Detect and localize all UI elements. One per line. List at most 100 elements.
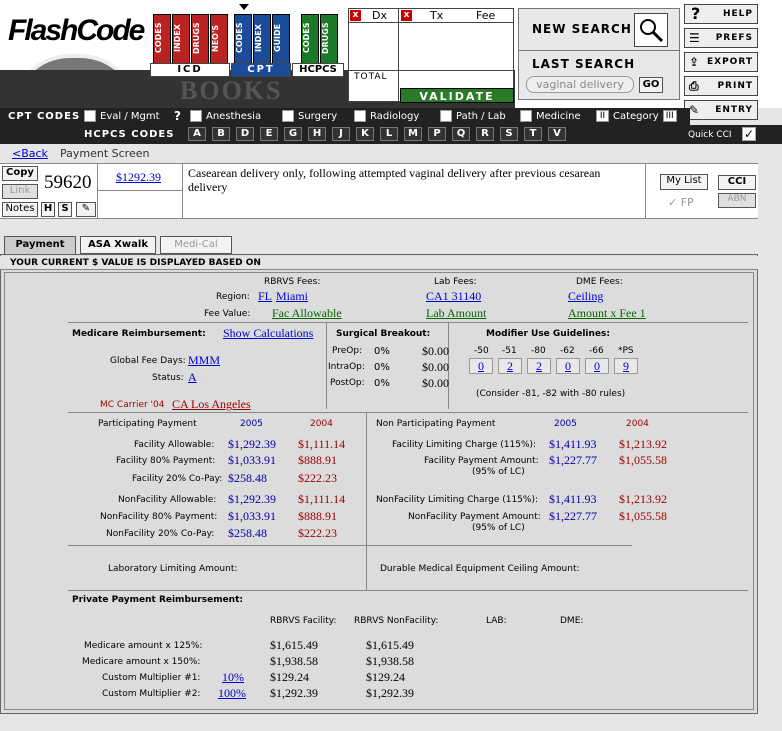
entry-button[interactable]: ✎ ENTRY xyxy=(684,100,758,120)
status-link[interactable]: A xyxy=(188,370,197,385)
payment-divider xyxy=(68,412,748,413)
hcpcs-drugs-book[interactable]: DRUGS xyxy=(320,14,338,64)
nav-surgery[interactable]: Surgery xyxy=(282,108,337,125)
global-fee-days-label: Global Fee Days: xyxy=(110,356,186,366)
hcpcs-letter-p[interactable]: P xyxy=(428,127,446,141)
hcpcs-letter-e[interactable]: E xyxy=(260,127,278,141)
modifier-value-ps[interactable]: 9 xyxy=(614,358,638,374)
custom-multiplier-2-link[interactable]: 100% xyxy=(218,686,246,701)
nav-radiology[interactable]: Radiology xyxy=(354,108,419,125)
cpt-codes-title: CPT CODES xyxy=(8,111,81,122)
quick-cci-label: Quick CCI xyxy=(688,130,732,140)
hcpcs-letter-j[interactable]: J xyxy=(332,127,350,141)
show-calculations-link[interactable]: Show Calculations xyxy=(223,326,313,341)
icd-neos-book[interactable]: NEO'S xyxy=(210,14,228,64)
nonfacility-limiting-label: NonFacility Limiting Charge (115%): xyxy=(376,495,539,505)
history-button[interactable]: H xyxy=(41,202,55,217)
hcpcs-letter-q[interactable]: Q xyxy=(452,127,470,141)
export-button[interactable]: ⇪ EXPORT xyxy=(684,52,758,72)
modifier-value-66[interactable]: 0 xyxy=(585,358,609,374)
fee-link[interactable]: $1292.39 xyxy=(116,170,161,185)
back-link[interactable]: <Back xyxy=(12,147,48,160)
region-state-link[interactable]: FL xyxy=(258,289,272,304)
nav-path-lab[interactable]: Path / Lab xyxy=(440,108,506,125)
hcpcs-letter-k[interactable]: K xyxy=(356,127,374,141)
cpt-group-label[interactable]: CPT xyxy=(231,63,291,77)
nonfacility-allowable-label: NonFacility Allowable: xyxy=(118,495,217,505)
nav-anesthesia-label: Anesthesia xyxy=(206,111,262,122)
lab-region-link[interactable]: CA1 31140 xyxy=(426,289,481,304)
help-icon: ? xyxy=(691,4,702,23)
help-button[interactable]: ? HELP xyxy=(684,4,758,24)
nav-category[interactable]: II Category III xyxy=(596,108,681,125)
dme-value-link[interactable]: Amount x Fee 1 xyxy=(568,306,646,321)
modifier-value-62[interactable]: 0 xyxy=(556,358,580,374)
modifier-value-80[interactable]: 2 xyxy=(527,358,551,374)
nav-eval-mgmt[interactable]: Eval / Mgmt xyxy=(84,108,160,125)
tab-asa-xwalk[interactable]: ASA Xwalk xyxy=(80,236,156,254)
new-search-label[interactable]: NEW SEARCH xyxy=(532,22,632,36)
prefs-label: PREFS xyxy=(715,33,753,43)
edit-button[interactable]: ✎ xyxy=(76,202,96,217)
hcpcs-letter-a[interactable]: A xyxy=(188,127,206,141)
cpt-index-book[interactable]: INDEX xyxy=(253,14,271,64)
dme-fees-label: DME Fees: xyxy=(576,277,623,287)
custom-multiplier-1-link[interactable]: 10% xyxy=(222,670,244,685)
icd-codes-book[interactable]: CODES xyxy=(153,14,171,64)
hcpcs-letter-h[interactable]: H xyxy=(308,127,326,141)
clear-tx-icon[interactable]: x xyxy=(401,10,412,21)
hcpcs-letter-m[interactable]: M xyxy=(404,127,422,141)
modifier-value-51[interactable]: 2 xyxy=(498,358,522,374)
cpt-codes-book[interactable]: CODES xyxy=(234,14,252,64)
tab-payment[interactable]: Payment xyxy=(4,236,76,254)
dme-region-link[interactable]: Ceiling xyxy=(568,289,603,304)
new-search-button[interactable] xyxy=(634,13,668,47)
modifier-header-66: -66 xyxy=(589,346,604,356)
hcpcs-letter-g[interactable]: G xyxy=(284,127,302,141)
lab-value-link[interactable]: Lab Amount xyxy=(426,306,486,321)
link-button[interactable]: Link xyxy=(2,184,38,199)
copy-button[interactable]: Copy xyxy=(2,166,38,181)
modifier-title: Modifier Use Guidelines: xyxy=(486,329,610,339)
cpt-guide-book[interactable]: GUIDE xyxy=(272,14,290,64)
fee-value-link[interactable]: Fac Allowable xyxy=(272,306,342,321)
logo: FlashCode xyxy=(8,14,145,47)
last-search-input[interactable]: vaginal delivery xyxy=(526,76,634,93)
nav-help-icon[interactable]: ? xyxy=(174,108,181,125)
prefs-button[interactable]: ☰ PREFS xyxy=(684,28,758,48)
icd-drugs-book[interactable]: DRUGS xyxy=(191,14,209,64)
quick-cci-checkbox[interactable]: ✓ xyxy=(742,127,756,141)
clear-dx-icon[interactable]: x xyxy=(350,10,361,21)
facility-80-2005: $1,033.91 xyxy=(228,453,276,467)
medicare-125-label: Medicare amount x 125%: xyxy=(84,641,203,651)
hcpcs-codes-book[interactable]: CODES xyxy=(301,14,319,64)
page-title: Payment Screen xyxy=(60,147,150,160)
print-button[interactable]: ⎙ PRINT xyxy=(684,76,758,96)
notes-button[interactable]: Notes xyxy=(2,202,38,217)
modifier-value-50[interactable]: 0 xyxy=(469,358,493,374)
go-button[interactable]: GO xyxy=(639,77,663,93)
validate-button[interactable]: VALIDATE xyxy=(400,88,514,103)
hcpcs-letter-v[interactable]: V xyxy=(548,127,566,141)
region-city-link[interactable]: Miami xyxy=(276,289,308,304)
hcpcs-letter-b[interactable]: B xyxy=(212,127,230,141)
hcpcs-group-label[interactable]: HCPCS xyxy=(292,63,344,77)
hcpcs-letter-t[interactable]: T xyxy=(524,127,542,141)
hcpcs-letter-r[interactable]: R xyxy=(476,127,494,141)
nav-anesthesia[interactable]: Anesthesia xyxy=(190,108,261,125)
icd-group-label[interactable]: ICD xyxy=(150,63,230,77)
hcpcs-letter-s[interactable]: S xyxy=(500,127,518,141)
my-list-button[interactable]: My List xyxy=(660,174,708,190)
mc-carrier-link[interactable]: CA Los Angeles xyxy=(172,397,251,412)
abn-button[interactable]: ABN xyxy=(718,193,756,208)
s-button[interactable]: S xyxy=(58,202,72,217)
icd-index-book[interactable]: INDEX xyxy=(172,14,190,64)
nonparticipating-year-2005: 2005 xyxy=(554,419,577,429)
hcpcs-letter-d[interactable]: D xyxy=(236,127,254,141)
global-fee-days-link[interactable]: MMM xyxy=(188,353,220,368)
hcpcs-letter-l[interactable]: L xyxy=(380,127,398,141)
nav-medicine[interactable]: Medicine xyxy=(520,108,581,125)
vertical-scrollbar[interactable] xyxy=(760,145,782,731)
tab-medi-cal[interactable]: Medi-Cal xyxy=(160,236,232,254)
cci-button[interactable]: CCI xyxy=(718,175,756,190)
